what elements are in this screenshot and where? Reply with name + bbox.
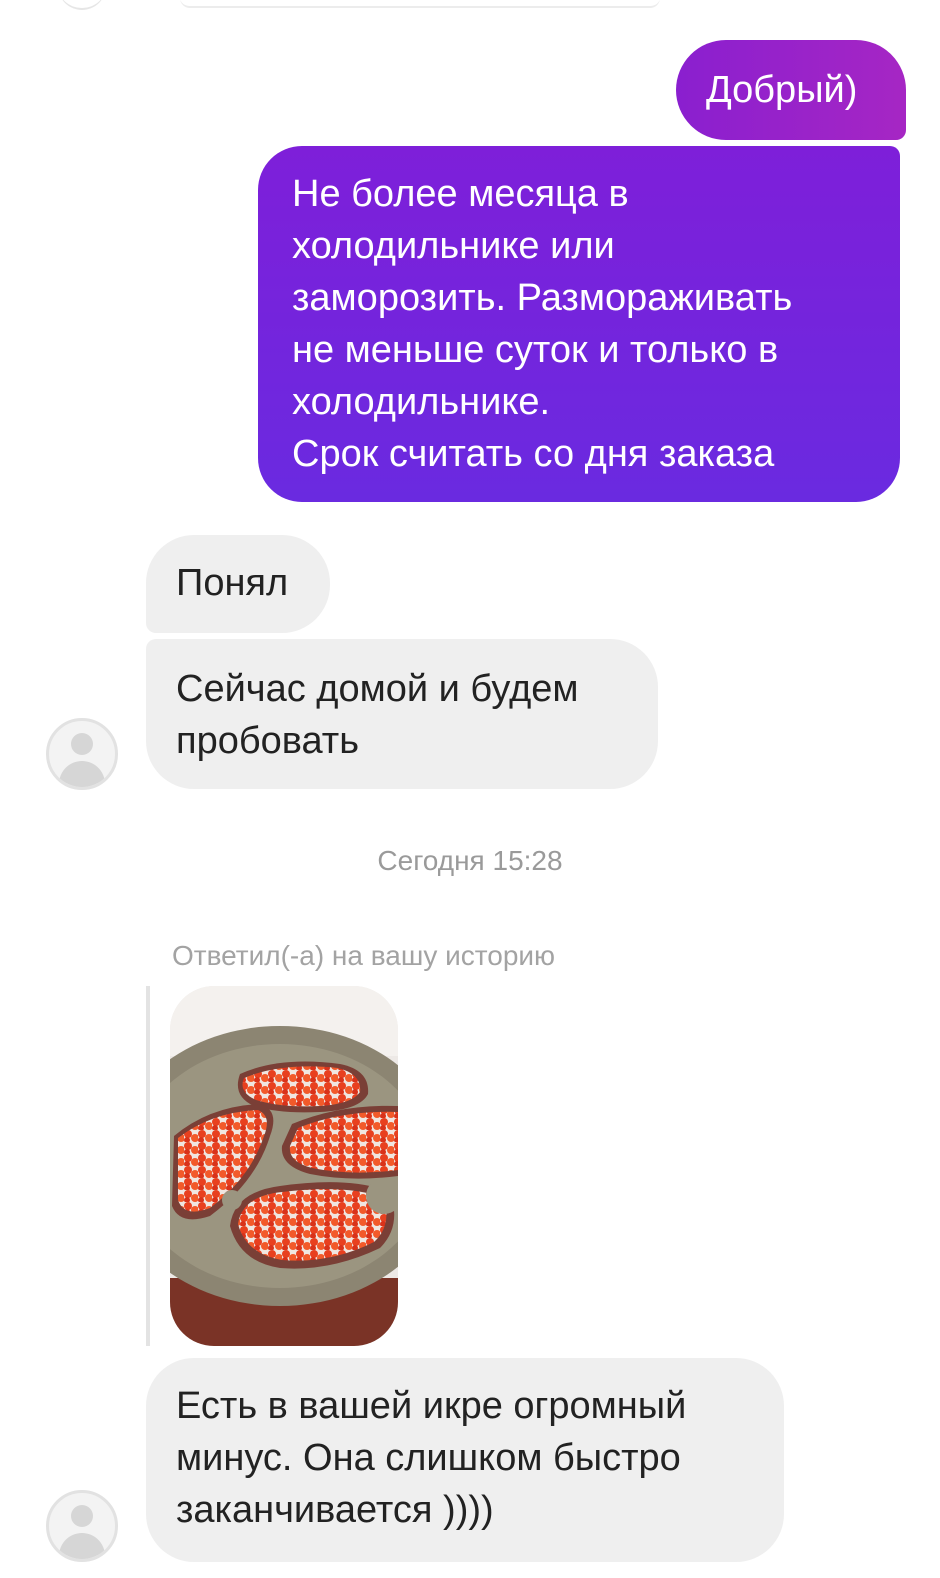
story-reply-indicator-line bbox=[146, 986, 150, 1346]
message-text: заканчивается )))) bbox=[176, 1489, 494, 1531]
outgoing-message-bubble[interactable]: Добрый) bbox=[676, 40, 906, 140]
message-text: Понял bbox=[176, 562, 289, 604]
avatar-shoulders-shape bbox=[59, 1533, 105, 1559]
message-text: холодильнике или bbox=[292, 225, 615, 267]
previous-message-fragment bbox=[180, 0, 660, 8]
message-text: Есть в вашей икре огромный bbox=[176, 1385, 687, 1427]
date-separator: Сегодня 15:28 bbox=[377, 845, 563, 876]
sender-avatar-icon[interactable] bbox=[46, 1490, 118, 1562]
message-text: холодильнике. bbox=[292, 381, 551, 423]
message-text: Срок считать со дня заказа bbox=[292, 433, 775, 475]
story-thumbnail[interactable] bbox=[170, 986, 398, 1346]
message-text: заморозить. Размораживать bbox=[292, 277, 793, 319]
previous-avatar-fragment bbox=[58, 0, 106, 10]
incoming-message-bubble[interactable]: Сейчас домой и будем пробовать bbox=[146, 639, 658, 789]
avatar-shoulders-shape bbox=[59, 761, 105, 787]
incoming-message-bubble[interactable]: Есть в вашей икре огромный минус. Она сл… bbox=[146, 1358, 784, 1562]
message-text: не меньше суток и только в bbox=[292, 329, 779, 371]
story-photo bbox=[170, 986, 398, 1346]
story-reply-label: Ответил(-а) на вашу историю bbox=[172, 940, 556, 971]
message-text: минус. Она слишком быстро bbox=[176, 1437, 681, 1479]
message-text: Сейчас домой и будем bbox=[176, 668, 579, 710]
outgoing-message-bubble[interactable]: Не более месяца в холодильнике или замор… bbox=[258, 146, 900, 502]
message-text: Не более месяца в bbox=[292, 173, 629, 215]
incoming-message-bubble[interactable]: Понял bbox=[146, 535, 330, 633]
sender-avatar-icon[interactable] bbox=[46, 718, 118, 790]
avatar-head-shape bbox=[71, 1505, 93, 1527]
message-text: пробовать bbox=[176, 720, 360, 762]
message-text: Добрый) bbox=[706, 69, 858, 111]
avatar-head-shape bbox=[71, 733, 93, 755]
